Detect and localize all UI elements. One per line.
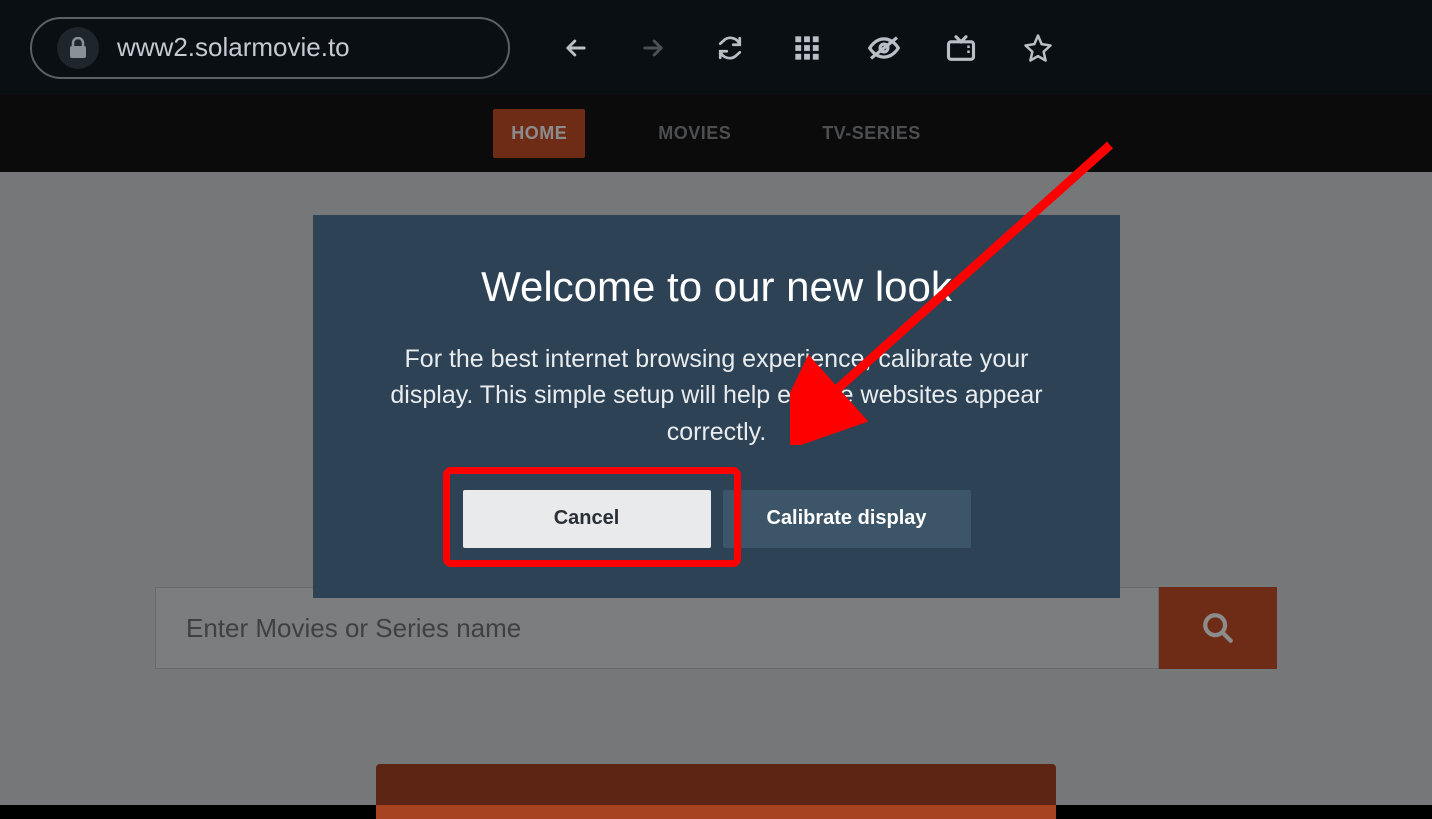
reload-icon[interactable] bbox=[714, 32, 746, 64]
modal-buttons: Cancel Calibrate display bbox=[353, 490, 1080, 548]
search-icon bbox=[1201, 611, 1235, 645]
cancel-button[interactable]: Cancel bbox=[463, 490, 711, 548]
url-text: www2.solarmovie.to bbox=[117, 32, 350, 63]
forward-icon[interactable] bbox=[637, 32, 669, 64]
nav-tvseries[interactable]: TV-SERIES bbox=[804, 109, 939, 158]
toolbar-icons bbox=[560, 32, 1054, 64]
browser-toolbar: www2.solarmovie.to bbox=[0, 0, 1432, 95]
calibration-modal: Welcome to our new look For the best int… bbox=[313, 215, 1120, 598]
grid-icon[interactable] bbox=[791, 32, 823, 64]
modal-body: For the best internet browsing experienc… bbox=[353, 341, 1080, 450]
calibrate-button[interactable]: Calibrate display bbox=[723, 490, 971, 548]
eye-slash-icon[interactable] bbox=[868, 32, 900, 64]
nav-home[interactable]: HOME bbox=[493, 109, 585, 158]
search-button[interactable] bbox=[1159, 587, 1277, 669]
nav-movies[interactable]: MOVIES bbox=[640, 109, 749, 158]
url-bar[interactable]: www2.solarmovie.to bbox=[30, 17, 510, 79]
cta-banner[interactable] bbox=[376, 764, 1056, 819]
tv-icon[interactable] bbox=[945, 32, 977, 64]
star-icon[interactable] bbox=[1022, 32, 1054, 64]
modal-title: Welcome to our new look bbox=[353, 263, 1080, 311]
lock-icon bbox=[57, 27, 99, 69]
back-icon[interactable] bbox=[560, 32, 592, 64]
search-input[interactable] bbox=[155, 587, 1159, 669]
site-nav: HOME MOVIES TV-SERIES bbox=[0, 95, 1432, 172]
search-row bbox=[155, 587, 1277, 669]
